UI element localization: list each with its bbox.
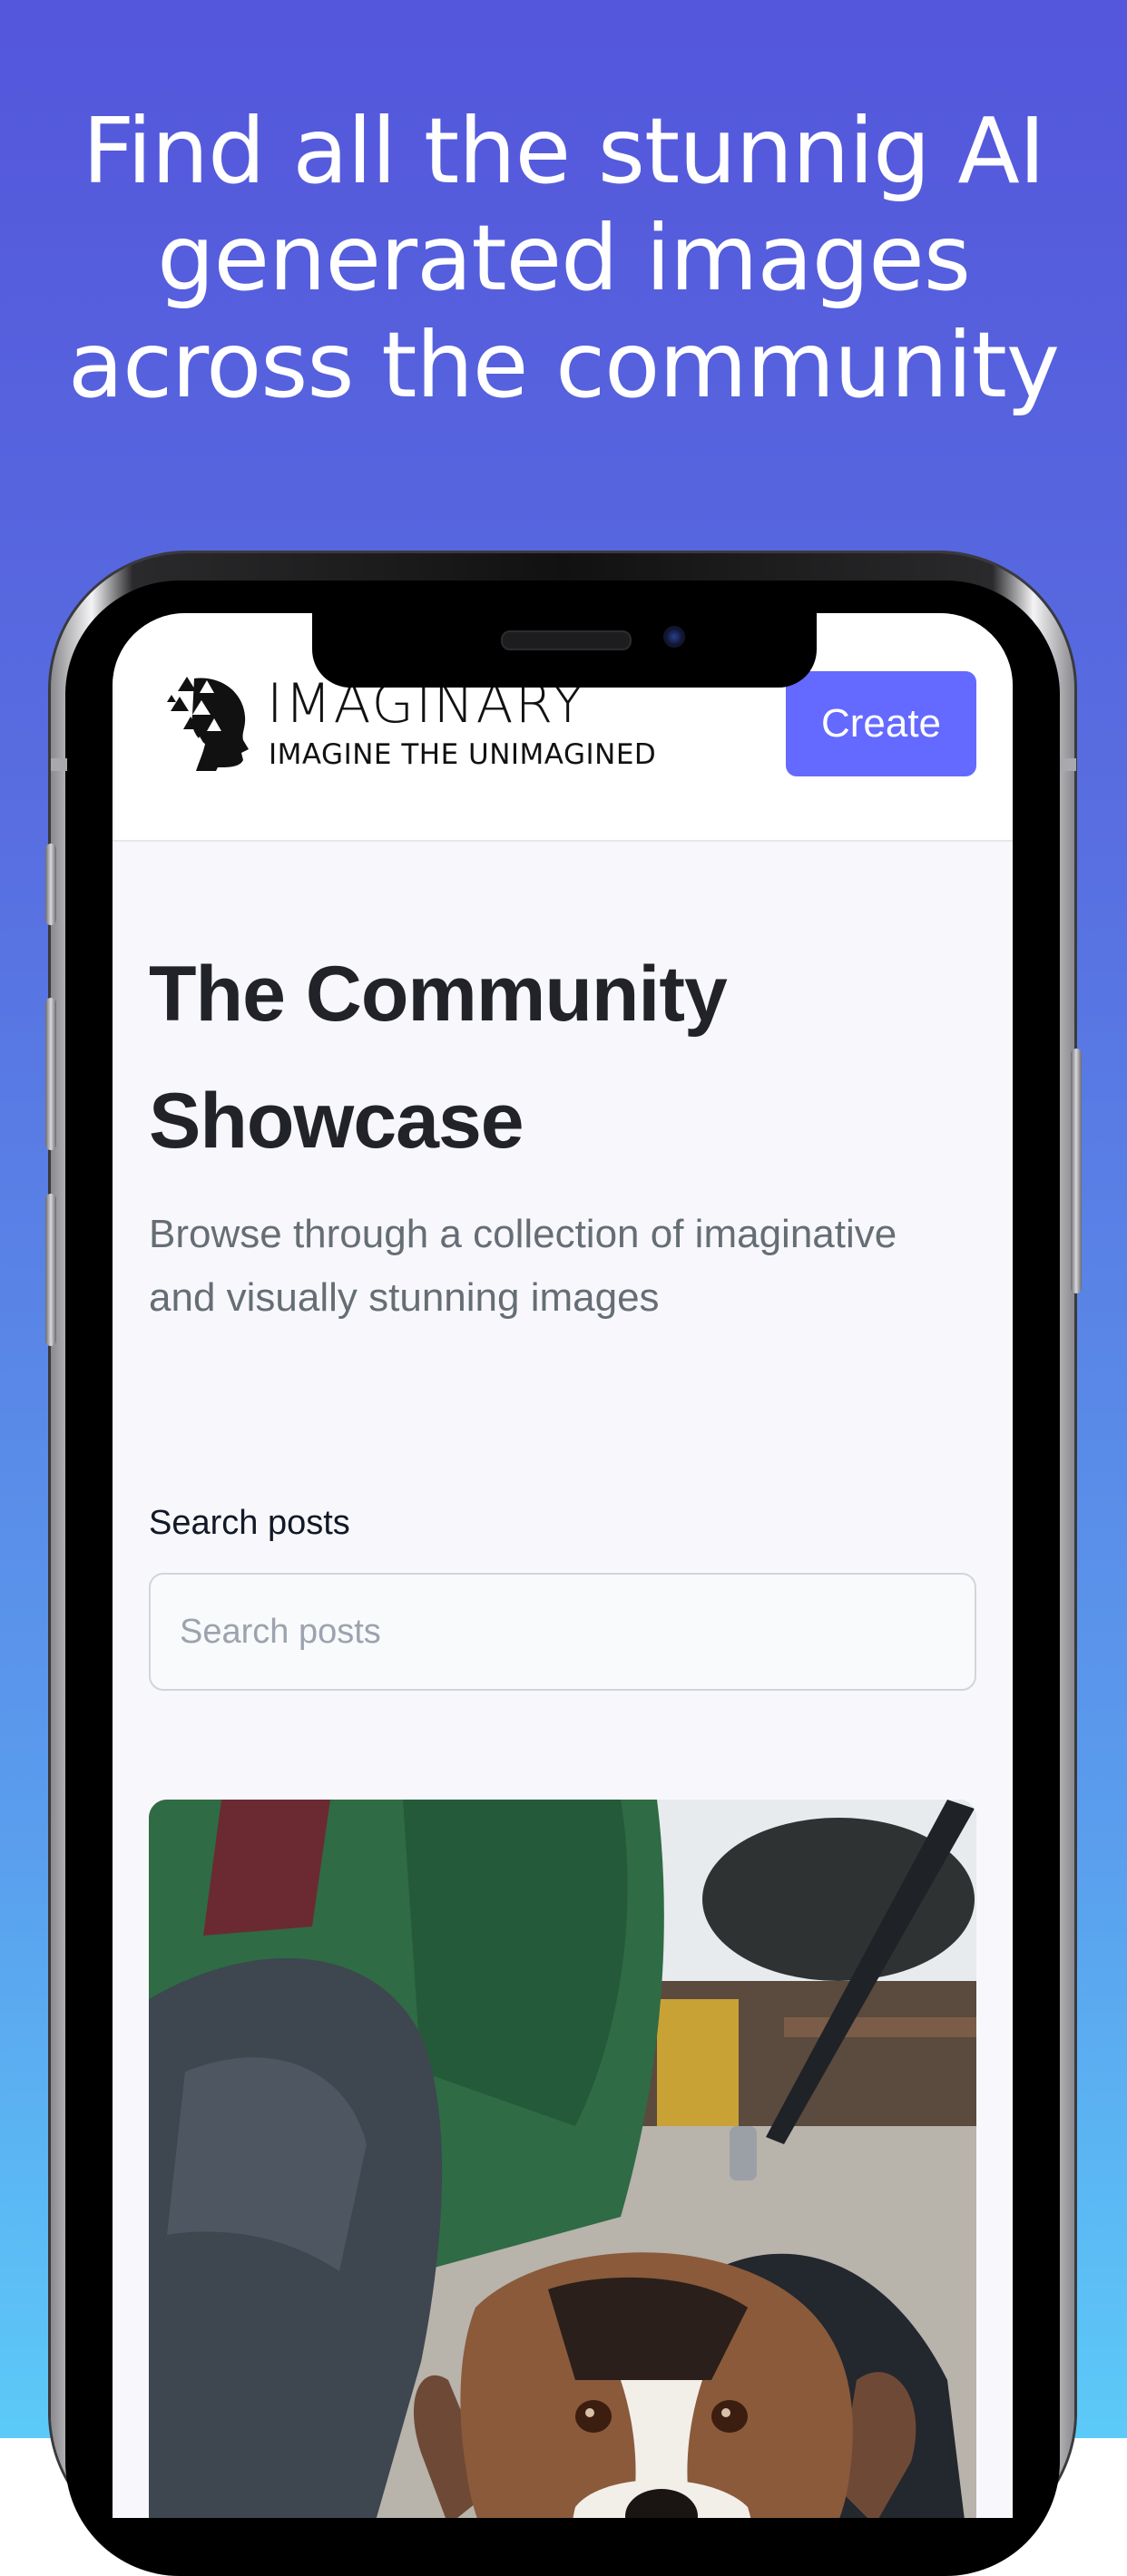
antenna-line-left bbox=[51, 758, 67, 771]
app-screen: IMAGINARY IMAGINE THE UNIMAGINED Create … bbox=[113, 613, 1013, 2518]
page-title: The Community Showcase bbox=[149, 951, 728, 1165]
speaker-grille bbox=[501, 630, 632, 650]
search-label: Search posts bbox=[149, 1504, 350, 1542]
post-card[interactable] bbox=[149, 1800, 976, 2518]
power-button bbox=[1071, 1049, 1082, 1293]
head-with-triangles-logo-icon bbox=[167, 677, 249, 771]
antenna-line-right bbox=[1060, 758, 1076, 771]
mute-switch bbox=[45, 844, 56, 925]
post-image bbox=[149, 1800, 976, 2518]
page-subtitle: Browse through a collection of imaginati… bbox=[149, 1212, 897, 1320]
search-input[interactable] bbox=[149, 1573, 976, 1691]
front-camera-icon bbox=[663, 626, 685, 648]
promo-headline: Find all the stunnig AI generated images… bbox=[67, 98, 1060, 418]
brand-tagline: IMAGINE THE UNIMAGINED bbox=[269, 738, 657, 771]
volume-down-button bbox=[45, 1194, 56, 1346]
volume-up-button bbox=[45, 998, 56, 1150]
create-button[interactable]: Create bbox=[786, 671, 976, 776]
